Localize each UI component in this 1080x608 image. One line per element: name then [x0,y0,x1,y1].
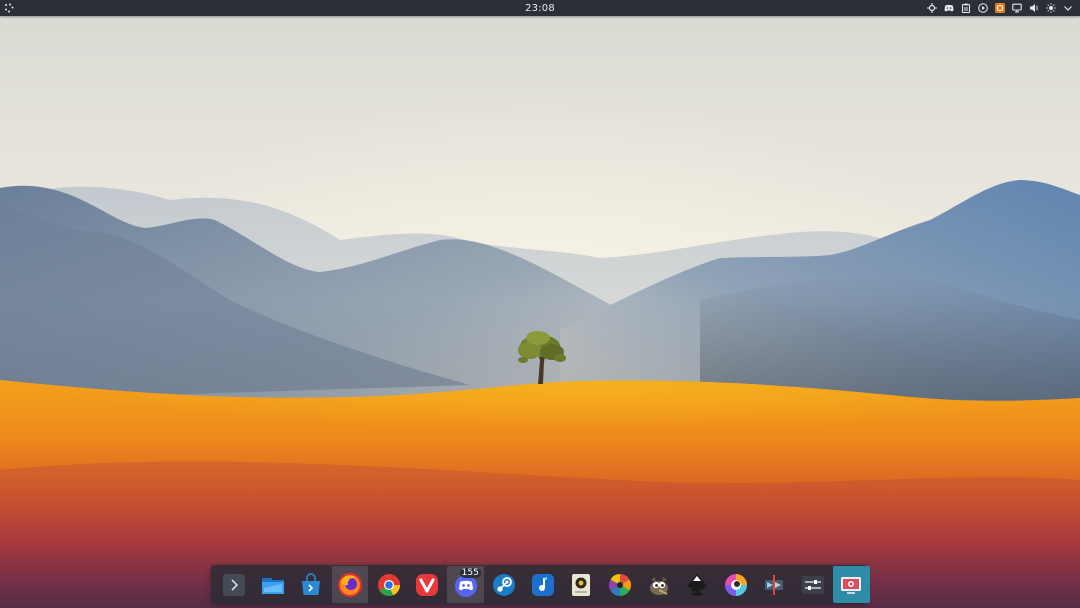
discord-tray-icon[interactable] [942,1,955,15]
notification-badge: 155 [459,568,481,578]
media-player-icon[interactable] [976,1,989,15]
chrome-button[interactable] [370,566,406,603]
show-more-button[interactable] [216,566,252,603]
application-launcher-icon[interactable] [0,0,18,16]
rhythmbox-icon [572,573,591,596]
video-editor-button[interactable] [756,566,792,603]
firefox-icon [337,572,362,597]
rhythmbox-button[interactable] [563,566,599,603]
vivaldi-button[interactable] [409,566,445,603]
steam-button[interactable] [486,566,522,603]
clipboard-icon[interactable] [959,1,972,15]
app-store-icon [302,572,321,595]
color-picker-button[interactable] [718,566,754,603]
chrome-icon [377,573,400,596]
top-panel: 23:08 [0,0,1080,16]
gimp-icon [649,576,668,595]
inkscape-button[interactable] [679,566,715,603]
aperture-button[interactable] [602,566,638,603]
screenshot-tool-icon [841,576,862,594]
orange-app-tray-icon[interactable] [993,1,1006,15]
chevron-down-icon[interactable] [1061,1,1074,15]
brightness-icon[interactable] [1044,1,1057,15]
file-manager-button[interactable] [255,566,291,603]
screenshot-tool-button[interactable] [833,566,870,603]
vivaldi-icon [416,573,439,596]
music-app-icon [531,573,554,596]
file-manager-icon [261,577,284,594]
music-app-button[interactable] [525,566,561,603]
settings-sliders-button[interactable] [795,566,831,603]
desktop-wallpaper [0,0,1080,608]
display-icon[interactable] [1010,1,1023,15]
show-more-icon [223,573,246,596]
steam-icon [493,573,516,596]
system-tray [925,0,1080,16]
inkscape-icon [687,573,708,596]
settings-sliders-icon [801,575,824,594]
network-icon[interactable] [925,1,938,15]
firefox-button[interactable] [331,566,369,603]
discord-button[interactable]: 155 [447,566,484,603]
aperture-icon [608,573,631,596]
volume-icon[interactable] [1027,1,1040,15]
gimp-button[interactable] [640,566,676,603]
video-editor-icon [765,574,784,595]
color-picker-icon [724,573,747,596]
dock: 155 [211,565,870,604]
clock[interactable]: 23:08 [525,3,555,14]
app-store-button[interactable] [293,566,329,603]
